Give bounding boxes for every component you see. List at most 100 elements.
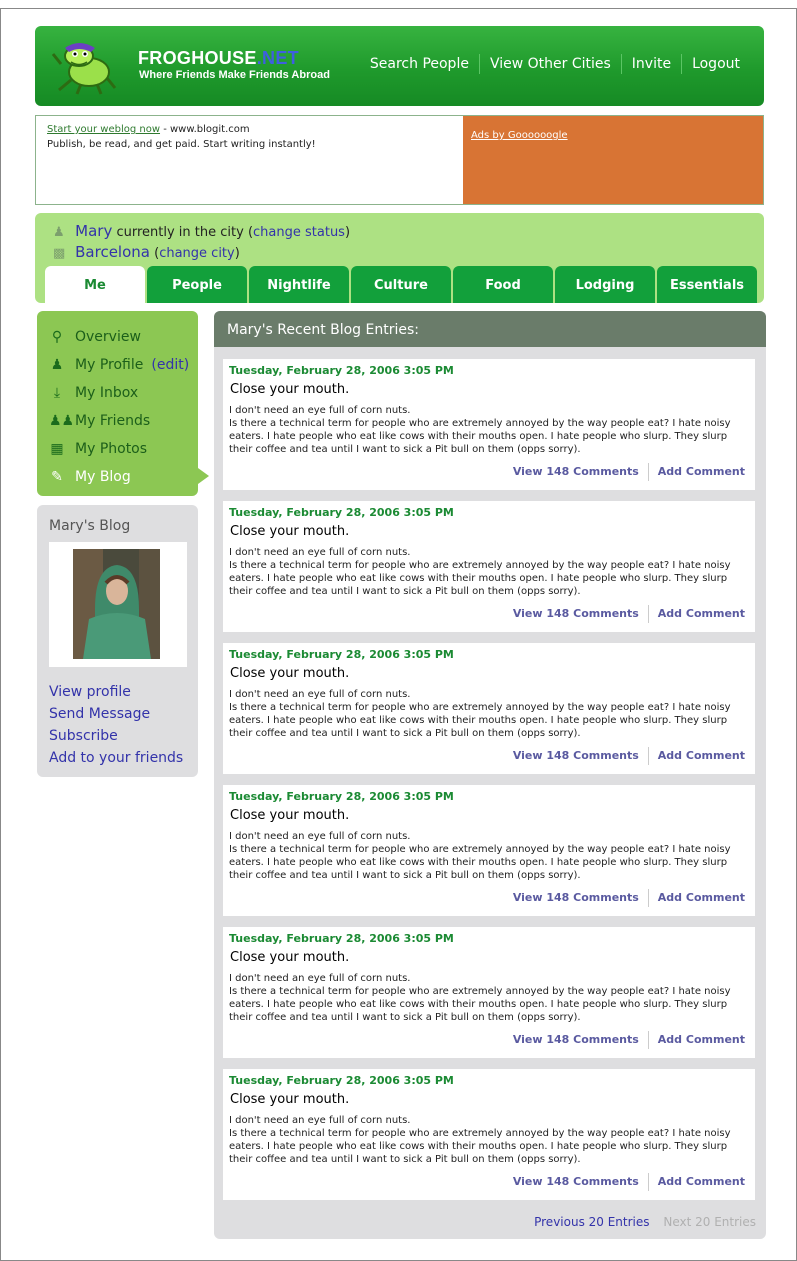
entry-body: I don't need an eye full of corn nuts. I…	[229, 404, 751, 456]
brand-suffix: .NET	[256, 48, 299, 68]
add-comment-link[interactable]: Add Comment	[647, 1173, 745, 1191]
entry-date: Tuesday, February 28, 2006 3:05 PM	[229, 790, 454, 803]
next-entries-link: Next 20 Entries	[663, 1215, 756, 1229]
person-icon: ♟	[53, 225, 65, 240]
add-comment-link[interactable]: Add Comment	[647, 1031, 745, 1049]
entry-actions: View 148 Comments Add Comment	[504, 1031, 745, 1049]
blog-entry: Tuesday, February 28, 2006 3:05 PM Close…	[223, 359, 755, 490]
tab-nightlife[interactable]: Nightlife	[249, 266, 349, 303]
tab-essentials[interactable]: Essentials	[657, 266, 757, 303]
brand-main: FROGHOUSE	[138, 48, 257, 68]
blog-panel: Mary's Recent Blog Entries: Tuesday, Feb…	[214, 311, 766, 1239]
entry-text: Is there a technical term for people who…	[229, 844, 731, 881]
add-comment-link[interactable]: Add Comment	[647, 463, 745, 481]
blog-entry: Tuesday, February 28, 2006 3:05 PM Close…	[223, 1069, 755, 1200]
inbox-icon: ⤓	[53, 385, 61, 401]
entry-body: I don't need an eye full of corn nuts. I…	[229, 688, 751, 740]
tab-me[interactable]: Me	[45, 266, 145, 303]
blog-entry: Tuesday, February 28, 2006 3:05 PM Close…	[223, 785, 755, 916]
page-frame: FROGHOUSE.NET Where Friends Make Friends…	[0, 8, 797, 1261]
entry-actions: View 148 Comments Add Comment	[504, 747, 745, 765]
menu-item-blog[interactable]: ✎ My Blog	[37, 463, 198, 491]
status-line: ♟ Mary currently in the city (change sta…	[53, 222, 351, 240]
current-item-arrow	[198, 468, 209, 484]
menu-label-blog: My Blog	[75, 469, 131, 485]
entry-title[interactable]: Close your mouth.	[230, 382, 349, 397]
menu-item-friends[interactable]: ♟♟ My Friends	[37, 407, 198, 435]
city-line: ▩ Barcelona (change city)	[53, 243, 240, 261]
entry-body: I don't need an eye full of corn nuts. I…	[229, 830, 751, 882]
menu-item-overview[interactable]: ⚲ Overview	[37, 323, 198, 351]
tagline: Where Friends Make Friends Abroad	[139, 69, 330, 81]
entry-first-line: I don't need an eye full of corn nuts.	[229, 831, 411, 842]
entry-first-line: I don't need an eye full of corn nuts.	[229, 405, 411, 416]
change-city-link[interactable]: change city	[159, 246, 235, 261]
view-comments-link[interactable]: View 148 Comments	[504, 605, 648, 623]
nav-invite[interactable]: Invite	[620, 54, 681, 74]
view-comments-link[interactable]: View 148 Comments	[504, 889, 648, 907]
ads-by-link[interactable]: Ads by Goooooogle	[471, 130, 568, 141]
profile-box-title: Mary's Blog	[49, 518, 131, 534]
nav-view-other-cities[interactable]: View Other Cities	[478, 54, 621, 74]
ad-banner: Start your weblog now - www.blogit.com P…	[35, 115, 764, 205]
view-comments-link[interactable]: View 148 Comments	[504, 463, 648, 481]
city-name-link[interactable]: Barcelona	[75, 243, 150, 261]
entry-title[interactable]: Close your mouth.	[230, 666, 349, 681]
profile-photo[interactable]	[73, 549, 160, 659]
tab-food[interactable]: Food	[453, 266, 553, 303]
previous-entries-link[interactable]: Previous 20 Entries	[534, 1215, 649, 1229]
subscribe-link[interactable]: Subscribe	[49, 725, 183, 747]
ad-link[interactable]: Start your weblog now	[47, 124, 160, 135]
menu-label-profile: My Profile	[75, 357, 144, 373]
city-bar: ♟ Mary currently in the city (change sta…	[35, 213, 764, 303]
entry-first-line: I don't need an eye full of corn nuts.	[229, 1115, 411, 1126]
entry-body: I don't need an eye full of corn nuts. I…	[229, 546, 751, 598]
menu-item-photos[interactable]: ▦ My Photos	[37, 435, 198, 463]
entry-text: Is there a technical term for people who…	[229, 986, 731, 1023]
menu-item-profile[interactable]: ♟ My Profile (edit)	[37, 351, 198, 379]
view-comments-link[interactable]: View 148 Comments	[504, 1173, 648, 1191]
entry-body: I don't need an eye full of corn nuts. I…	[229, 972, 751, 1024]
entry-title[interactable]: Close your mouth.	[230, 950, 349, 965]
change-status-link[interactable]: change status	[253, 225, 345, 240]
blog-heading: Mary's Recent Blog Entries:	[214, 311, 766, 347]
send-message-link[interactable]: Send Message	[49, 703, 183, 725]
entry-actions: View 148 Comments Add Comment	[504, 1173, 745, 1191]
user-name-link[interactable]: Mary	[75, 222, 112, 240]
add-comment-link[interactable]: Add Comment	[647, 747, 745, 765]
add-comment-link[interactable]: Add Comment	[647, 889, 745, 907]
nav-search-people[interactable]: Search People	[360, 54, 479, 74]
top-nav: Search People View Other Cities Invite L…	[360, 54, 750, 74]
entry-text: Is there a technical term for people who…	[229, 418, 731, 455]
add-to-friends-link[interactable]: Add to your friends	[49, 747, 183, 769]
blog-entry: Tuesday, February 28, 2006 3:05 PM Close…	[223, 643, 755, 774]
tab-lodging[interactable]: Lodging	[555, 266, 655, 303]
entry-text: Is there a technical term for people who…	[229, 702, 731, 739]
brand-name[interactable]: FROGHOUSE.NET	[138, 48, 299, 69]
entry-text: Is there a technical term for people who…	[229, 1128, 731, 1165]
view-profile-link[interactable]: View profile	[49, 681, 183, 703]
entry-title[interactable]: Close your mouth.	[230, 808, 349, 823]
ad-url[interactable]: www.blogit.com	[170, 124, 250, 135]
menu-item-inbox[interactable]: ⤓ My Inbox	[37, 379, 198, 407]
frog-logo-icon[interactable]	[51, 34, 121, 96]
entry-title[interactable]: Close your mouth.	[230, 524, 349, 539]
menu-label-friends: My Friends	[75, 413, 151, 429]
city-icon: ▩	[53, 246, 66, 261]
tab-culture[interactable]: Culture	[351, 266, 451, 303]
tab-people[interactable]: People	[147, 266, 247, 303]
entry-title[interactable]: Close your mouth.	[230, 1092, 349, 1107]
edit-profile-link[interactable]: (edit)	[151, 357, 189, 373]
view-comments-link[interactable]: View 148 Comments	[504, 1031, 648, 1049]
entry-first-line: I don't need an eye full of corn nuts.	[229, 689, 411, 700]
add-comment-link[interactable]: Add Comment	[647, 605, 745, 623]
nav-logout[interactable]: Logout	[681, 54, 750, 74]
entry-actions: View 148 Comments Add Comment	[504, 889, 745, 907]
view-comments-link[interactable]: View 148 Comments	[504, 747, 648, 765]
blog-entry: Tuesday, February 28, 2006 3:05 PM Close…	[223, 501, 755, 632]
pagination: Previous 20 Entries Next 20 Entries	[534, 1215, 756, 1229]
ads-by-panel: Ads by Goooooogle	[463, 116, 763, 204]
ad-body: Publish, be read, and get paid. Start wr…	[47, 139, 316, 150]
entry-text: Is there a technical term for people who…	[229, 560, 731, 597]
menu-label-overview: Overview	[75, 329, 141, 345]
